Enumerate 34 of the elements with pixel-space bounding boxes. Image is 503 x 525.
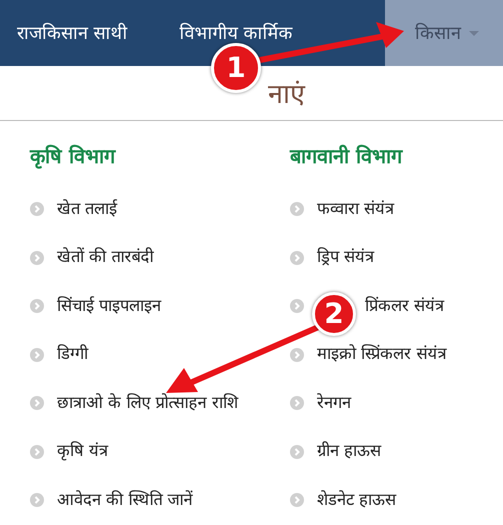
chevron-bullet-icon xyxy=(30,202,44,216)
chevron-bullet-icon xyxy=(30,493,44,508)
service-link[interactable]: प्रिंकलर संयंत्र xyxy=(365,294,444,319)
service-link[interactable]: रेनगन xyxy=(317,390,351,416)
chevron-bullet-icon xyxy=(30,348,44,362)
chevron-bullet-icon xyxy=(290,299,304,314)
service-link[interactable]: माइक्रो स्प्रिंकलर संयंत्र xyxy=(317,342,446,368)
chevron-bullet-icon xyxy=(290,396,304,410)
step-number-badge: 2 xyxy=(312,292,356,336)
chevron-bullet-icon xyxy=(290,444,304,459)
nav-tab[interactable]: राजकिसान साथी xyxy=(0,0,164,66)
chevron-bullet-icon xyxy=(30,299,44,314)
section-heading: नाएं xyxy=(267,78,305,112)
chevron-bullet-icon xyxy=(290,348,304,362)
chevron-bullet-icon xyxy=(290,493,304,508)
chevron-bullet-icon xyxy=(30,444,44,459)
service-link[interactable]: ग्रीन हाऊस xyxy=(317,439,382,464)
service-link[interactable]: शेडनेट हाऊस xyxy=(317,488,396,513)
chevron-bullet-icon xyxy=(30,396,44,410)
chevron-bullet-icon xyxy=(290,250,304,265)
chevron-bullet-icon xyxy=(30,250,44,265)
service-link[interactable]: फव्वारा संयंत्र xyxy=(317,196,394,222)
service-link[interactable]: सिंचाई पाइपलाइन xyxy=(57,294,162,319)
service-link[interactable]: खेत तलाई xyxy=(57,196,118,222)
service-link[interactable]: आवेदन की स्थिति जानें xyxy=(57,488,193,513)
column-heading: बागवानी विभाग xyxy=(290,143,404,170)
service-link[interactable]: ड्रिप संयंत्र xyxy=(317,245,374,270)
service-link[interactable]: कृषि यंत्र xyxy=(57,439,108,464)
chevron-bullet-icon xyxy=(290,202,304,216)
service-link[interactable]: खेतों की तारबंदी xyxy=(57,245,154,270)
service-link[interactable]: छात्राओ के लिए प्रोत्साहन राशि xyxy=(57,390,238,416)
service-link[interactable]: डिग्गी xyxy=(57,342,88,368)
column-heading: कृषि विभाग xyxy=(30,143,117,171)
step-number-badge: 1 xyxy=(211,43,261,93)
